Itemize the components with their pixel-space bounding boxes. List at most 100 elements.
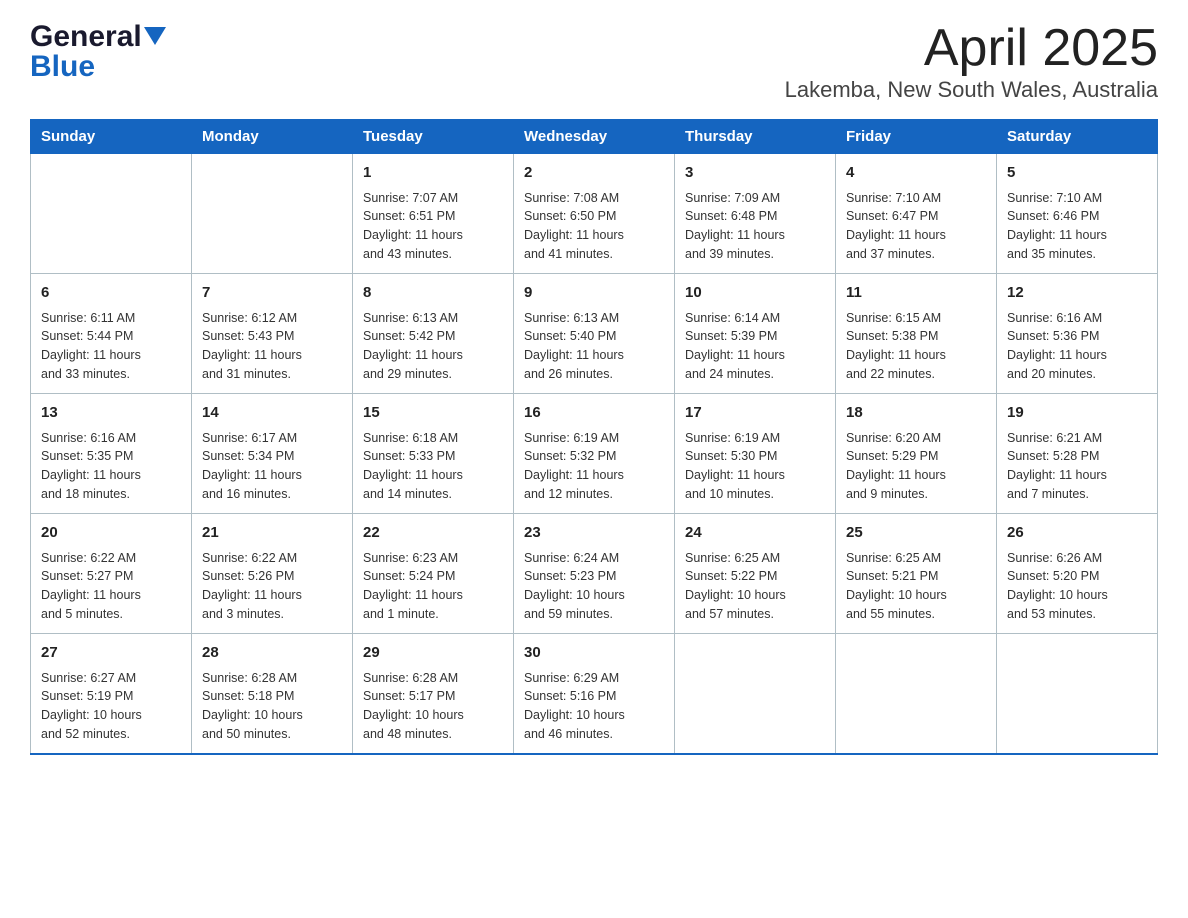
day-info: Sunrise: 6:25 AM Sunset: 5:21 PM Dayligh… (846, 549, 986, 624)
day-number: 14 (202, 402, 342, 425)
calendar-day-cell: 6 Sunrise: 6:11 AM Sunset: 5:44 PM Daylig… (31, 274, 192, 394)
day-info: Sunrise: 6:22 AM Sunset: 5:27 PM Dayligh… (41, 549, 181, 624)
calendar-weekday-header: Tuesday (353, 120, 514, 154)
day-number: 12 (1007, 282, 1147, 305)
title-block: April 2025 Lakemba, New South Wales, Aus… (785, 20, 1158, 103)
page-header: General Blue April 2025 Lakemba, New Sou… (30, 20, 1158, 103)
logo-blue-text: Blue (30, 50, 95, 84)
calendar-day-cell: 29 Sunrise: 6:28 AM Sunset: 5:17 PM Dayli… (353, 634, 514, 754)
day-info: Sunrise: 6:24 AM Sunset: 5:23 PM Dayligh… (524, 549, 664, 624)
day-number: 9 (524, 282, 664, 305)
day-info: Sunrise: 6:25 AM Sunset: 5:22 PM Dayligh… (685, 549, 825, 624)
page-title: April 2025 (785, 20, 1158, 77)
day-number: 2 (524, 162, 664, 185)
day-info: Sunrise: 6:11 AM Sunset: 5:44 PM Dayligh… (41, 309, 181, 384)
calendar-day-cell: 24 Sunrise: 6:25 AM Sunset: 5:22 PM Dayli… (675, 514, 836, 634)
calendar-weekday-header: Thursday (675, 120, 836, 154)
day-number: 23 (524, 522, 664, 545)
day-info: Sunrise: 7:08 AM Sunset: 6:50 PM Dayligh… (524, 189, 664, 264)
calendar-day-cell: 1 Sunrise: 7:07 AM Sunset: 6:51 PM Daylig… (353, 154, 514, 274)
calendar-day-cell: 14 Sunrise: 6:17 AM Sunset: 5:34 PM Dayli… (192, 394, 353, 514)
calendar-weekday-header: Monday (192, 120, 353, 154)
day-number: 22 (363, 522, 503, 545)
day-info: Sunrise: 6:28 AM Sunset: 5:18 PM Dayligh… (202, 669, 342, 744)
day-info: Sunrise: 7:09 AM Sunset: 6:48 PM Dayligh… (685, 189, 825, 264)
page-subtitle: Lakemba, New South Wales, Australia (785, 77, 1158, 103)
calendar-week-row: 27Sunrise: 6:27 AM Sunset: 5:19 PM Dayli… (31, 634, 1158, 754)
calendar-table: SundayMondayTuesdayWednesdayThursdayFrid… (30, 119, 1158, 755)
day-info: Sunrise: 6:13 AM Sunset: 5:42 PM Dayligh… (363, 309, 503, 384)
day-number: 28 (202, 642, 342, 665)
day-number: 13 (41, 402, 181, 425)
day-info: Sunrise: 6:19 AM Sunset: 5:30 PM Dayligh… (685, 429, 825, 504)
calendar-header-row: SundayMondayTuesdayWednesdayThursdayFrid… (31, 120, 1158, 154)
day-number: 25 (846, 522, 986, 545)
day-number: 5 (1007, 162, 1147, 185)
day-number: 1 (363, 162, 503, 185)
calendar-day-cell: 22 Sunrise: 6:23 AM Sunset: 5:24 PM Dayli… (353, 514, 514, 634)
calendar-day-cell: 4Sunrise: 7:10 AM Sunset: 6:47 PM Daylig… (836, 154, 997, 274)
calendar-day-cell: 2 Sunrise: 7:08 AM Sunset: 6:50 PM Daylig… (514, 154, 675, 274)
day-number: 26 (1007, 522, 1147, 545)
calendar-week-row: 20 Sunrise: 6:22 AM Sunset: 5:27 PM Dayli… (31, 514, 1158, 634)
calendar-day-cell: 27Sunrise: 6:27 AM Sunset: 5:19 PM Dayli… (31, 634, 192, 754)
day-info: Sunrise: 6:28 AM Sunset: 5:17 PM Dayligh… (363, 669, 503, 744)
calendar-day-cell: 23 Sunrise: 6:24 AM Sunset: 5:23 PM Dayli… (514, 514, 675, 634)
day-number: 3 (685, 162, 825, 185)
calendar-week-row: 13Sunrise: 6:16 AM Sunset: 5:35 PM Dayli… (31, 394, 1158, 514)
day-info: Sunrise: 7:07 AM Sunset: 6:51 PM Dayligh… (363, 189, 503, 264)
day-number: 27 (41, 642, 181, 665)
logo-general-text: General (30, 20, 142, 54)
day-number: 6 (41, 282, 181, 305)
calendar-weekday-header: Saturday (997, 120, 1158, 154)
day-number: 10 (685, 282, 825, 305)
day-info: Sunrise: 6:23 AM Sunset: 5:24 PM Dayligh… (363, 549, 503, 624)
calendar-day-cell (192, 154, 353, 274)
calendar-day-cell: 13Sunrise: 6:16 AM Sunset: 5:35 PM Dayli… (31, 394, 192, 514)
calendar-day-cell: 9Sunrise: 6:13 AM Sunset: 5:40 PM Daylig… (514, 274, 675, 394)
day-number: 21 (202, 522, 342, 545)
calendar-day-cell: 11 Sunrise: 6:15 AM Sunset: 5:38 PM Dayli… (836, 274, 997, 394)
day-info: Sunrise: 6:29 AM Sunset: 5:16 PM Dayligh… (524, 669, 664, 744)
day-number: 16 (524, 402, 664, 425)
day-info: Sunrise: 7:10 AM Sunset: 6:46 PM Dayligh… (1007, 189, 1147, 264)
calendar-day-cell: 10 Sunrise: 6:14 AM Sunset: 5:39 PM Dayli… (675, 274, 836, 394)
calendar-day-cell: 17Sunrise: 6:19 AM Sunset: 5:30 PM Dayli… (675, 394, 836, 514)
day-number: 29 (363, 642, 503, 665)
day-number: 15 (363, 402, 503, 425)
calendar-day-cell: 3 Sunrise: 7:09 AM Sunset: 6:48 PM Daylig… (675, 154, 836, 274)
day-number: 24 (685, 522, 825, 545)
calendar-day-cell: 19Sunrise: 6:21 AM Sunset: 5:28 PM Dayli… (997, 394, 1158, 514)
calendar-day-cell: 18Sunrise: 6:20 AM Sunset: 5:29 PM Dayli… (836, 394, 997, 514)
calendar-day-cell: 20 Sunrise: 6:22 AM Sunset: 5:27 PM Dayli… (31, 514, 192, 634)
calendar-week-row: 6 Sunrise: 6:11 AM Sunset: 5:44 PM Daylig… (31, 274, 1158, 394)
calendar-week-row: 1 Sunrise: 7:07 AM Sunset: 6:51 PM Daylig… (31, 154, 1158, 274)
calendar-day-cell: 26 Sunrise: 6:26 AM Sunset: 5:20 PM Dayli… (997, 514, 1158, 634)
calendar-day-cell: 5 Sunrise: 7:10 AM Sunset: 6:46 PM Daylig… (997, 154, 1158, 274)
day-number: 20 (41, 522, 181, 545)
calendar-day-cell: 8 Sunrise: 6:13 AM Sunset: 5:42 PM Daylig… (353, 274, 514, 394)
calendar-day-cell: 30Sunrise: 6:29 AM Sunset: 5:16 PM Dayli… (514, 634, 675, 754)
calendar-weekday-header: Sunday (31, 120, 192, 154)
day-number: 7 (202, 282, 342, 305)
calendar-day-cell (997, 634, 1158, 754)
calendar-day-cell (31, 154, 192, 274)
day-info: Sunrise: 6:15 AM Sunset: 5:38 PM Dayligh… (846, 309, 986, 384)
day-number: 8 (363, 282, 503, 305)
day-info: Sunrise: 6:19 AM Sunset: 5:32 PM Dayligh… (524, 429, 664, 504)
day-info: Sunrise: 6:14 AM Sunset: 5:39 PM Dayligh… (685, 309, 825, 384)
calendar-weekday-header: Wednesday (514, 120, 675, 154)
day-info: Sunrise: 6:16 AM Sunset: 5:36 PM Dayligh… (1007, 309, 1147, 384)
calendar-day-cell: 15Sunrise: 6:18 AM Sunset: 5:33 PM Dayli… (353, 394, 514, 514)
calendar-day-cell: 16 Sunrise: 6:19 AM Sunset: 5:32 PM Dayli… (514, 394, 675, 514)
calendar-day-cell: 25 Sunrise: 6:25 AM Sunset: 5:21 PM Dayli… (836, 514, 997, 634)
day-info: Sunrise: 6:26 AM Sunset: 5:20 PM Dayligh… (1007, 549, 1147, 624)
day-info: Sunrise: 6:20 AM Sunset: 5:29 PM Dayligh… (846, 429, 986, 504)
day-number: 19 (1007, 402, 1147, 425)
calendar-day-cell (836, 634, 997, 754)
logo: General Blue (30, 20, 166, 84)
day-number: 4 (846, 162, 986, 185)
day-info: Sunrise: 6:17 AM Sunset: 5:34 PM Dayligh… (202, 429, 342, 504)
day-number: 11 (846, 282, 986, 305)
calendar-day-cell: 21Sunrise: 6:22 AM Sunset: 5:26 PM Dayli… (192, 514, 353, 634)
